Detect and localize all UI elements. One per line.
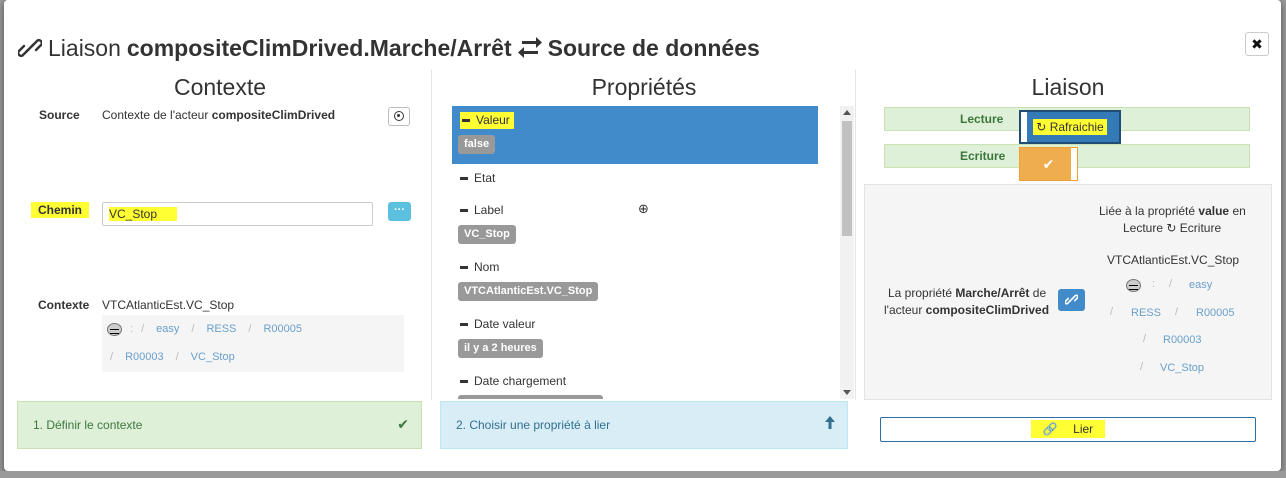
property-value [458, 395, 603, 399]
binding-description-line1: La propriété Marche/Arrêt de [888, 286, 1047, 300]
link-icon [18, 36, 42, 60]
column-title-liaison: Liaison [1031, 74, 1105, 100]
collapse-icon [460, 209, 468, 213]
linked-path: VTCAtlanticEst.VC_Stop [1107, 253, 1240, 267]
source-value: Contexte de l'acteur compositeClimDrived [102, 108, 336, 122]
breadcrumb-link[interactable]: R00003 [1163, 334, 1202, 346]
actor-bubble-icon [1126, 279, 1141, 292]
column-title-contexte: Contexte [173, 74, 267, 100]
close-button[interactable]: ✖ [1245, 32, 1269, 56]
breadcrumb-link[interactable]: RESS [206, 323, 236, 335]
breadcrumb-link[interactable]: easy [156, 323, 179, 335]
title-suffix: Source de données [547, 34, 760, 61]
property-value: false [458, 135, 496, 154]
title-property: compositeClimDrived.Marche/Arrêt [126, 34, 512, 61]
breadcrumb-link[interactable]: VC_Stop [191, 351, 235, 363]
link-button[interactable] [1058, 289, 1085, 311]
arrow-up-icon [825, 416, 835, 432]
source-label: Source [39, 108, 80, 122]
property-list: Valeur false Etat Label ⊕ VC_Stop Nom VT… [452, 106, 852, 399]
linked-line1: Liée à la propriété value en [1099, 204, 1246, 218]
breadcrumb-link[interactable]: R00003 [125, 351, 164, 363]
scroll-thumb[interactable] [842, 121, 852, 236]
contexte-label: Contexte [38, 298, 90, 312]
dialog-title: Liaison compositeClimDrived.Marche/Arrêt… [18, 28, 760, 68]
add-icon[interactable]: ⊕ [638, 201, 649, 217]
property-item-valeur[interactable]: Valeur false [452, 106, 818, 164]
collapse-icon [460, 323, 468, 327]
property-item-date-chargement[interactable]: Date chargement [452, 371, 818, 399]
link-icon: 🔗 [1036, 420, 1064, 438]
property-value: il y a 2 heures [458, 339, 543, 358]
title-prefix: Liaison [48, 34, 121, 61]
scroll-down-icon[interactable] [843, 390, 851, 395]
refresh-button[interactable]: ↻ Rafraichie [1019, 110, 1121, 144]
step-define-context[interactable]: 1. Définir le contexte ✔ [17, 401, 422, 449]
lier-button[interactable]: 🔗 Lier [880, 417, 1256, 442]
chemin-menu-button[interactable]: ··· [388, 202, 411, 221]
breadcrumb-link[interactable]: R00005 [1196, 307, 1235, 319]
breadcrumb-link[interactable]: RESS [1131, 307, 1161, 319]
collapse-icon [460, 177, 468, 181]
breadcrumb-link[interactable]: R00005 [263, 323, 302, 335]
breadcrumb-link[interactable]: VC_Stop [1160, 362, 1204, 374]
exchange-icon [517, 37, 542, 59]
scroll-up-icon[interactable] [843, 110, 851, 115]
target-button[interactable] [388, 107, 410, 126]
property-item-label[interactable]: Label ⊕ VC_Stop [452, 200, 818, 248]
property-item-nom[interactable]: Nom VTCAtlanticEst.VC_Stop [452, 257, 818, 305]
check-icon: ✔ [1042, 156, 1055, 172]
binding-description-line2: l'acteur compositeClimDrived [884, 303, 1050, 317]
property-item-date-valeur[interactable]: Date valeur il y a 2 heures [452, 314, 818, 362]
linked-line2: Lecture ↻ Ecriture [1123, 221, 1222, 235]
refresh-icon: ↻ [1166, 221, 1177, 235]
backdrop [0, 471, 1286, 478]
breadcrumb-link[interactable]: easy [1189, 279, 1212, 291]
write-check-button[interactable]: ✔ [1019, 147, 1078, 181]
step-choose-property[interactable]: 2. Choisir une propriété à lier [440, 401, 848, 449]
collapse-icon [462, 119, 470, 123]
chemin-input[interactable]: VC_Stop [102, 202, 373, 226]
property-list-scrollbar[interactable] [840, 106, 854, 399]
column-divider [431, 70, 432, 400]
check-icon: ✔ [397, 416, 409, 432]
column-divider [855, 70, 856, 400]
collapse-icon [460, 266, 468, 270]
chemin-label: Chemin [31, 202, 90, 218]
collapse-icon [460, 380, 468, 384]
context-breadcrumb: : / easy / RESS / R00005 / R00003 / VC_S… [102, 315, 404, 372]
column-title-proprietes: Propriétés [591, 74, 697, 100]
property-item-etat[interactable]: Etat [452, 168, 818, 196]
ecriture-label: Ecriture [960, 149, 1006, 163]
property-value: VC_Stop [458, 225, 516, 244]
refresh-icon: ↻ [1036, 120, 1047, 134]
property-value: VTCAtlanticEst.VC_Stop [458, 282, 599, 301]
lecture-label: Lecture [960, 112, 1004, 126]
contexte-value: VTCAtlanticEst.VC_Stop [102, 298, 235, 312]
actor-bubble-icon [107, 322, 122, 336]
